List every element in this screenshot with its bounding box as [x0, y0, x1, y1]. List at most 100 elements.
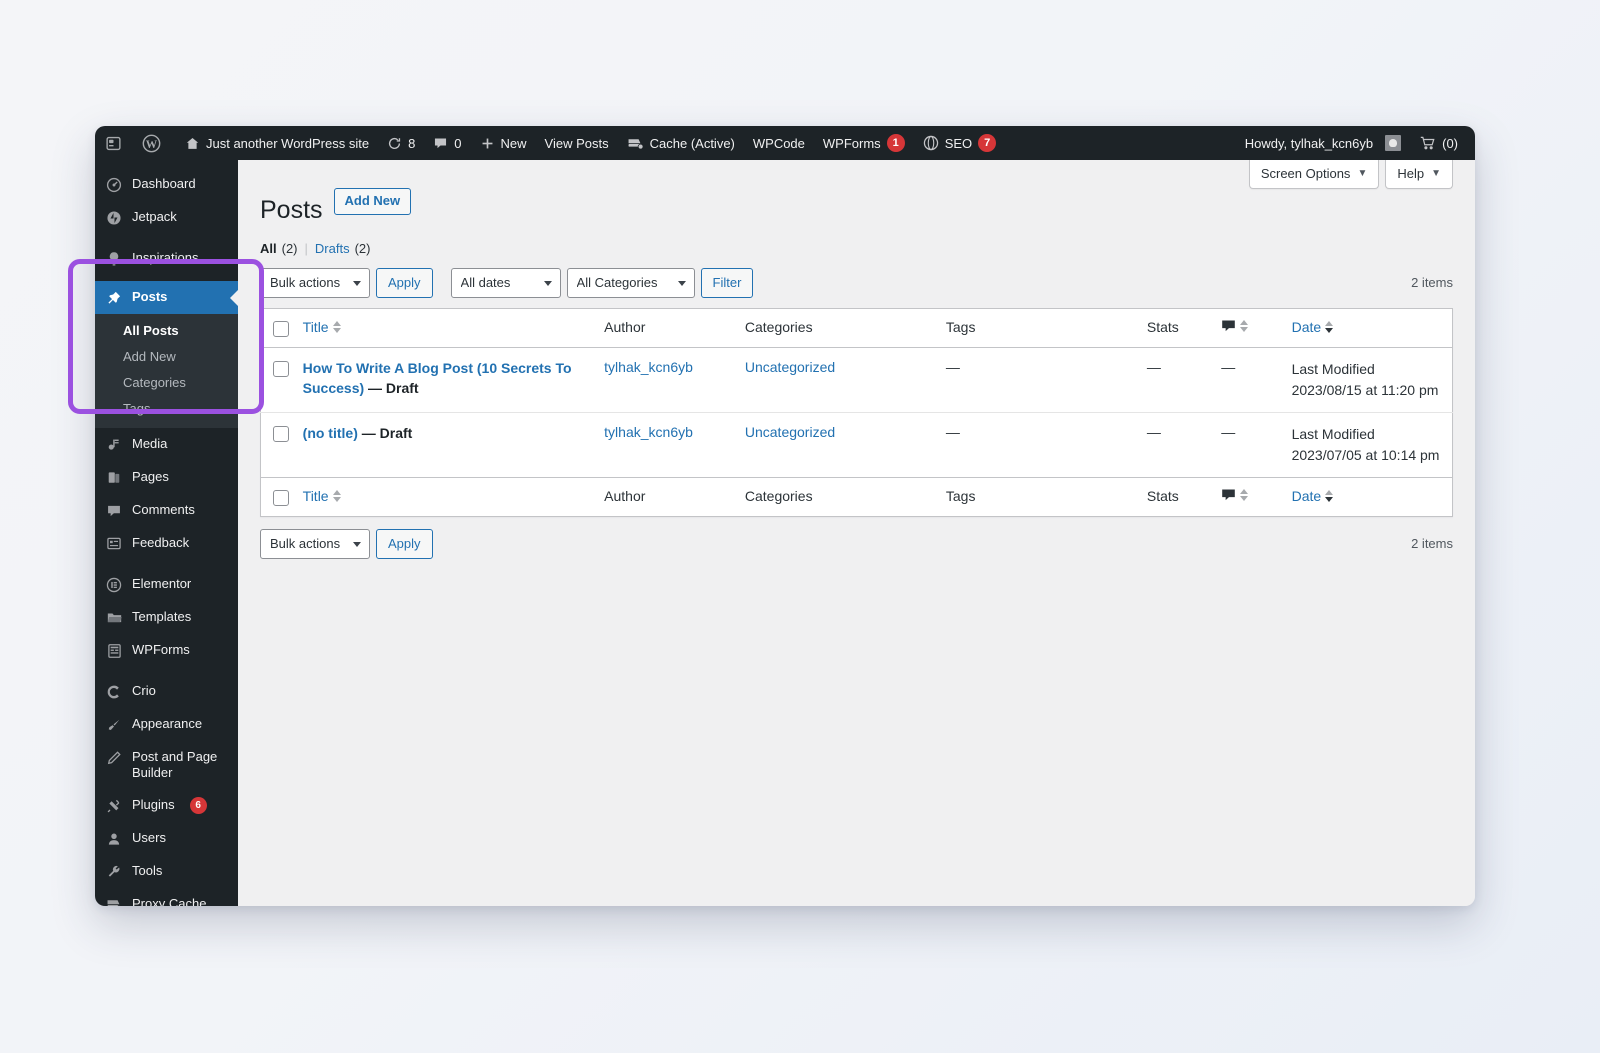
- submenu-item-all-posts[interactable]: All Posts: [95, 318, 238, 344]
- cache-menu[interactable]: Cache (Active): [618, 126, 744, 160]
- sort-indicator-icon: [1240, 489, 1248, 501]
- pin-icon: [105, 289, 123, 306]
- sidebar-item-elementor[interactable]: Elementor: [95, 568, 238, 601]
- new-content-menu[interactable]: New: [471, 126, 536, 160]
- column-footer-date[interactable]: Date: [1282, 477, 1453, 516]
- row-checkbox[interactable]: [273, 426, 289, 442]
- author-link[interactable]: tylhak_kcn6yb: [604, 359, 693, 375]
- column-footer-title[interactable]: Title: [293, 477, 595, 516]
- cart-menu[interactable]: (0): [1410, 126, 1467, 160]
- elementor-icon: [105, 576, 123, 593]
- sidebar-item-post-and-page-builder[interactable]: Post and Page Builder: [95, 741, 238, 789]
- wpcode-menu[interactable]: WPCode: [744, 126, 814, 160]
- wordpress-logo-icon[interactable]: W: [132, 126, 171, 160]
- view-all-link[interactable]: All: [260, 241, 277, 256]
- sidebar-item-wpforms[interactable]: WPForms: [95, 634, 238, 667]
- sidebar-item-crio[interactable]: Crio: [95, 675, 238, 708]
- my-account-menu[interactable]: Howdy, tylhak_kcn6yb: [1236, 126, 1410, 160]
- submenu-item-add-new[interactable]: Add New: [95, 344, 238, 370]
- select-all-checkbox-top[interactable]: [273, 321, 289, 337]
- sidebar-item-templates[interactable]: Templates: [95, 601, 238, 634]
- comment-bubble-icon: [1221, 319, 1236, 333]
- dates-filter-wrapper: All dates: [451, 268, 561, 298]
- submenu-item-tags[interactable]: Tags: [95, 396, 238, 422]
- tablenav-top: Bulk actions Apply All dates All Categor…: [260, 268, 1453, 298]
- updates-menu[interactable]: 8: [378, 126, 424, 160]
- screen-options-label: Screen Options: [1261, 166, 1351, 181]
- sidebar-item-inspirations[interactable]: Inspirations: [95, 242, 238, 275]
- row-date-cell: Last Modified 2023/07/05 at 10:14 pm: [1282, 412, 1453, 477]
- sidebar-item-feedback[interactable]: Feedback: [95, 527, 238, 560]
- displaying-num-bottom: 2 items: [1411, 536, 1453, 551]
- row-stats-cell: —: [1137, 347, 1211, 412]
- sidebar-item-pages[interactable]: Pages: [95, 461, 238, 494]
- help-button[interactable]: Help ▼: [1385, 160, 1453, 189]
- view-posts-menu[interactable]: View Posts: [536, 126, 618, 160]
- dashboard-icon: [105, 176, 123, 193]
- sort-indicator-icon: [1325, 321, 1333, 333]
- filter-button[interactable]: Filter: [701, 268, 754, 298]
- column-header-date[interactable]: Date: [1282, 308, 1453, 347]
- column-header-comments[interactable]: [1211, 308, 1281, 347]
- sidebar-item-plugins[interactable]: Plugins 6: [95, 789, 238, 822]
- user-icon: [105, 830, 123, 847]
- column-title-label: Title: [303, 488, 329, 504]
- apply-button-bottom[interactable]: Apply: [376, 529, 433, 559]
- bulk-actions-select-bottom[interactable]: Bulk actions: [260, 529, 370, 559]
- column-footer-author: Author: [594, 477, 735, 516]
- seo-menu[interactable]: SEO 7: [914, 126, 1005, 160]
- sidebar-item-appearance[interactable]: Appearance: [95, 708, 238, 741]
- admin-body: Dashboard Jetpack Inspirations: [95, 160, 1475, 906]
- media-icon: [105, 436, 123, 453]
- column-header-tags: Tags: [936, 308, 1137, 347]
- sidebar-item-media[interactable]: Media: [95, 428, 238, 461]
- crio-icon: [105, 683, 123, 700]
- sidebar-item-label: Jetpack: [132, 209, 177, 225]
- column-footer-comments[interactable]: [1211, 477, 1281, 516]
- paintbrush-icon: [105, 716, 123, 733]
- sidebar-item-label: WPForms: [132, 642, 190, 658]
- date-label: Last Modified: [1292, 424, 1442, 445]
- sidebar-item-jetpack[interactable]: Jetpack: [95, 201, 238, 234]
- plugins-update-badge: 6: [190, 797, 207, 814]
- pages-icon: [105, 469, 123, 486]
- row-checkbox[interactable]: [273, 361, 289, 377]
- sidebar-item-proxy-cache[interactable]: Proxy Cache: [95, 888, 238, 906]
- views-separator: |: [305, 241, 308, 256]
- add-new-post-button[interactable]: Add New: [334, 188, 412, 215]
- category-link[interactable]: Uncategorized: [745, 359, 835, 375]
- table-header-row: Title Author Categories Tags Stats: [261, 308, 1453, 347]
- wpforms-label: WPForms: [823, 136, 881, 151]
- site-name-menu[interactable]: Just another WordPress site: [171, 126, 378, 160]
- menu-separator: [95, 667, 238, 675]
- post-title-link[interactable]: How To Write A Blog Post (10 Secrets To …: [303, 360, 572, 396]
- feedback-icon: [105, 535, 123, 552]
- page-title: Posts: [260, 176, 323, 227]
- apply-button-top[interactable]: Apply: [376, 268, 433, 298]
- post-title-link[interactable]: (no title): [303, 425, 358, 441]
- wpforms-menu[interactable]: WPForms 1: [814, 126, 914, 160]
- jetpack-icon: [105, 209, 123, 226]
- select-all-checkbox-bottom[interactable]: [273, 490, 289, 506]
- chevron-down-icon: ▼: [1357, 168, 1367, 179]
- category-link[interactable]: Uncategorized: [745, 424, 835, 440]
- date-filter-select[interactable]: All dates: [451, 268, 561, 298]
- table-foot: Title Author Categories Tags Stats: [261, 477, 1453, 516]
- view-drafts-link[interactable]: Drafts: [315, 241, 350, 256]
- sidebar-item-comments[interactable]: Comments: [95, 494, 238, 527]
- category-filter-select[interactable]: All Categories: [567, 268, 695, 298]
- comment-bubble-icon: [105, 502, 123, 519]
- submenu-item-categories[interactable]: Categories: [95, 370, 238, 396]
- sidebar-item-posts[interactable]: Posts: [95, 281, 238, 314]
- sidebar-item-dashboard[interactable]: Dashboard: [95, 168, 238, 201]
- author-link[interactable]: tylhak_kcn6yb: [604, 424, 693, 440]
- posts-page-content: Screen Options ▼ Help ▼ Posts Add New Al…: [238, 160, 1475, 906]
- sidebar-toggle-icon[interactable]: [95, 126, 132, 160]
- screen-options-button[interactable]: Screen Options ▼: [1249, 160, 1380, 189]
- comments-menu[interactable]: 0: [424, 126, 470, 160]
- column-footer-tags: Tags: [936, 477, 1137, 516]
- sidebar-item-users[interactable]: Users: [95, 822, 238, 855]
- column-header-title[interactable]: Title: [293, 308, 595, 347]
- sidebar-item-tools[interactable]: Tools: [95, 855, 238, 888]
- bulk-actions-select-top[interactable]: Bulk actions: [260, 268, 370, 298]
